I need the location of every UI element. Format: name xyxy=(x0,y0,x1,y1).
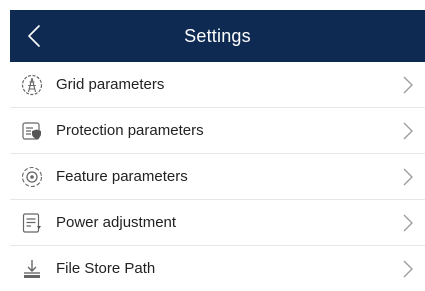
chevron-right-icon xyxy=(403,246,413,291)
protection-icon xyxy=(20,119,44,143)
settings-item-label: Power adjustment xyxy=(56,214,177,231)
settings-item-label: Grid parameters xyxy=(56,76,165,93)
grid-tower-icon xyxy=(20,73,44,97)
settings-item-label: Feature parameters xyxy=(56,168,188,185)
settings-item-feature-parameters[interactable]: Feature parameters xyxy=(10,154,425,200)
chevron-right-icon xyxy=(403,154,413,199)
settings-item-label: File Store Path xyxy=(56,260,156,277)
chevron-right-icon xyxy=(403,200,413,245)
app-header: Settings xyxy=(10,10,425,62)
feature-icon xyxy=(20,165,44,189)
chevron-right-icon xyxy=(403,62,413,107)
page-title: Settings xyxy=(184,26,251,46)
settings-item-protection-parameters[interactable]: Protection parameters xyxy=(10,108,425,154)
settings-item-grid-parameters[interactable]: Grid parameters xyxy=(10,62,425,108)
settings-item-power-adjustment[interactable]: Power adjustment xyxy=(10,200,425,246)
chevron-right-icon xyxy=(403,108,413,153)
settings-item-file-store-path[interactable]: File Store Path xyxy=(10,246,425,291)
settings-item-label: Protection parameters xyxy=(56,122,204,139)
settings-list: Grid parameters Protection parameters Fe… xyxy=(10,62,425,291)
download-icon xyxy=(20,257,44,281)
power-adjust-icon xyxy=(20,211,44,235)
